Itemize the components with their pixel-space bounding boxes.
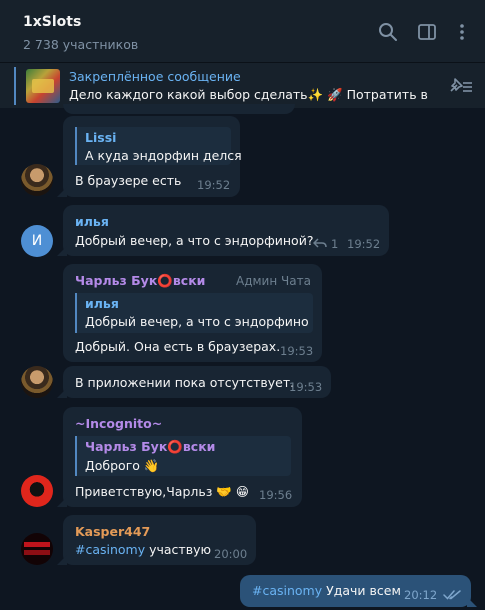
pinned-thumbnail [26, 69, 60, 103]
reply-quote[interactable]: Чарльз Бук⭕вски Доброго 👋 [75, 436, 291, 476]
double-check-icon [443, 590, 461, 600]
message-time: 19:52 [347, 237, 381, 251]
message-time: 20:12 [404, 588, 438, 602]
avatar[interactable] [21, 366, 53, 398]
avatar[interactable] [21, 475, 53, 507]
reply-count[interactable]: 1 [331, 237, 338, 251]
message-text: Приветствую,Чарльз 🤝 😁 [75, 484, 249, 499]
sender-name[interactable]: Чарльз Бук⭕вски [75, 273, 205, 289]
reply-text: Доброго 👋 [85, 458, 160, 473]
chat-title[interactable]: 1xSlots [23, 14, 81, 30]
avatar[interactable]: И [21, 225, 53, 257]
hashtag-link[interactable]: #casinomy [75, 542, 145, 557]
member-count: 2 738 участников [23, 37, 139, 52]
reply-text: Добрый вечер, а что с эндорфино... [85, 314, 310, 329]
message-bubble-outgoing[interactable]: #casinomy Удачи всем 20:12 [240, 575, 471, 607]
message-text: Добрый. Она есть в браузерах. [75, 339, 281, 354]
more-vertical-icon[interactable] [452, 22, 472, 42]
sender-name[interactable]: ~Incognito~ [75, 416, 162, 431]
reply-sender: Чарльз Бук⭕вски [85, 439, 216, 454]
pinned-list-icon[interactable] [448, 75, 474, 97]
reply-text: А куда эндорфин делся [85, 148, 242, 163]
message-time: 20:00 [214, 547, 248, 561]
chat-header: 1xSlots 2 738 участников [0, 0, 485, 62]
message-time: 19:53 [289, 380, 323, 394]
admin-badge: Админ Чата [236, 274, 311, 288]
avatar[interactable] [21, 533, 53, 565]
message-text-rest: Удачи всем [322, 583, 401, 598]
message-text-rest: участвую [145, 542, 211, 557]
message-bubble[interactable]: Lissi А куда эндорфин делся В браузере е… [63, 116, 242, 197]
message-text: В браузере есть [75, 173, 182, 188]
message-bubble[interactable]: ~Incognito~ Чарльз Бук⭕вски Доброго 👋 Пр… [63, 407, 302, 507]
pinned-text: Дело каждого какой выбор сделать✨ 🚀 Потр… [69, 87, 429, 102]
avatar[interactable] [21, 164, 53, 196]
message-bubble-partial [63, 104, 295, 114]
message-text: #casinomy участвую [75, 542, 211, 557]
pinned-title: Закреплённое сообщение [69, 69, 241, 84]
search-icon[interactable] [378, 22, 398, 42]
pinned-message-bar[interactable]: Закреплённое сообщение Дело каждого како… [0, 62, 485, 108]
message-bubble[interactable]: Чарльз Бук⭕вски Админ Чата илья Добрый в… [63, 264, 322, 362]
message-bubble[interactable]: Kasper447 #casinomy участвую 20:00 [63, 515, 256, 565]
message-text: В приложении пока отсутствует. [75, 375, 295, 390]
sender-name[interactable]: илья [75, 214, 109, 229]
pinned-indicator [14, 67, 16, 105]
message-time: 19:53 [280, 344, 314, 358]
message-time: 19:52 [197, 178, 231, 192]
message-text: #casinomy Удачи всем [252, 583, 401, 598]
message-time: 19:56 [259, 488, 293, 502]
reply-arrow-icon[interactable] [313, 237, 327, 249]
message-text: Добрый вечер, а что с эндорфиной? [75, 233, 314, 248]
message-bubble[interactable]: илья Добрый вечер, а что с эндорфиной? 1… [63, 205, 389, 256]
reply-sender: илья [85, 296, 119, 311]
reply-quote[interactable]: Lissi А куда эндорфин делся [75, 127, 242, 165]
reply-sender: Lissi [85, 130, 117, 145]
sidebar-toggle-icon[interactable] [417, 22, 437, 42]
message-bubble[interactable]: В приложении пока отсутствует. 19:53 [63, 366, 331, 398]
reply-quote[interactable]: илья Добрый вечер, а что с эндорфино... [75, 293, 313, 333]
hashtag-link[interactable]: #casinomy [252, 583, 322, 598]
sender-name[interactable]: Kasper447 [75, 524, 150, 539]
